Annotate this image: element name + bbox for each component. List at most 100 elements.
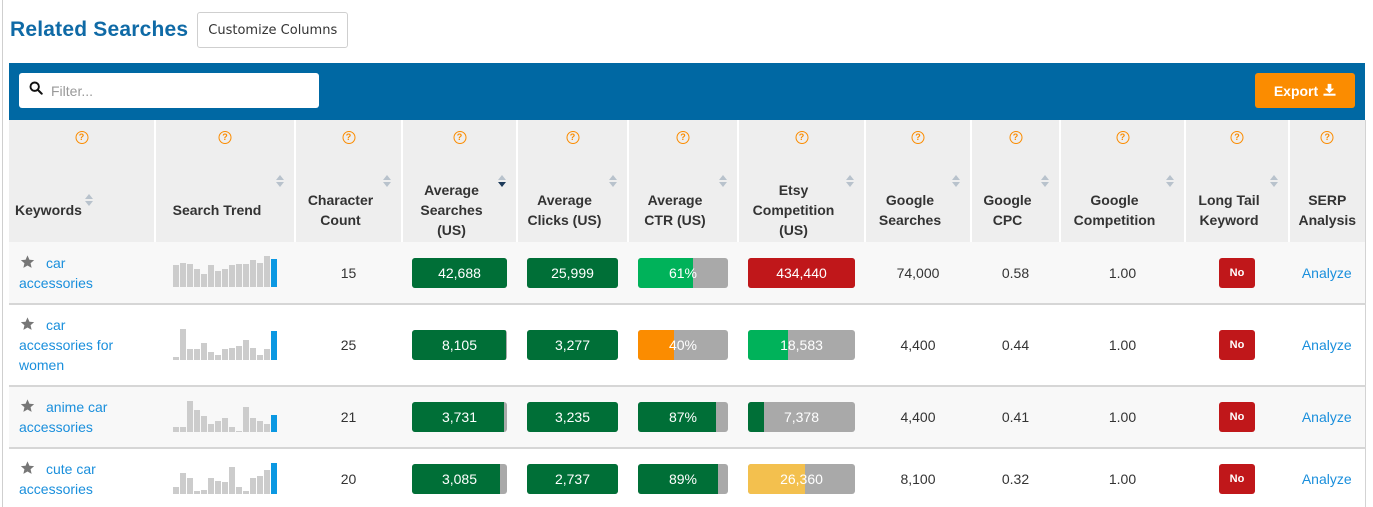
trend-bar [180,472,186,494]
column-header-long-tail[interactable]: ? Long Tail Keyword [1185,120,1290,242]
header-row: ? Keywords? Search Trend? Character Count? A… [9,120,1366,242]
sort-icon[interactable] [952,175,960,187]
serp-cell: Analyze [1289,242,1366,305]
trend-bar [271,259,277,287]
trend-bar [243,490,249,494]
column-header-chars[interactable]: ? Character Count [295,120,403,242]
star-icon[interactable] [19,460,36,476]
sort-icon[interactable] [85,194,93,206]
sort-icon[interactable] [1166,175,1174,187]
character-count: 25 [295,304,402,387]
filter-box[interactable] [19,73,319,108]
help-icon[interactable]: ? [75,131,88,144]
help-icon[interactable]: ? [795,131,808,144]
sort-icon[interactable] [1270,175,1278,187]
trend-bar [229,347,235,360]
column-label: Google CPC [983,192,1032,228]
column-label: SERP Analysis [1298,192,1357,228]
etsy-competition-bar-value: 434,440 [776,264,827,281]
trend-bar [208,423,214,432]
column-header-google-comp[interactable]: ? Google Competition [1060,120,1186,242]
trend-bar [257,263,263,287]
sort-icon[interactable] [719,175,727,187]
help-icon[interactable]: ? [1320,131,1334,144]
avg-ctr-cell: 40% [628,304,738,387]
etsy-competition-cell: 7,378 [738,386,865,449]
trend-bar [208,265,214,287]
keyword-cell: car accessories for women [9,304,155,387]
column-header-etsy-comp[interactable]: ? Etsy Competition (US) [738,120,866,242]
trend-bar [236,264,242,287]
analyze-link[interactable]: Analyze [1302,265,1352,281]
trend-bar [222,269,228,287]
trend-bar [215,420,221,432]
column-header-avg-clicks[interactable]: ? Average Clicks (US) [517,120,629,242]
trend-bar [236,486,242,494]
star-icon[interactable] [19,398,36,414]
sort-desc-icon[interactable] [498,175,506,187]
long-tail-badge: No [1219,464,1255,494]
help-icon[interactable]: ? [1230,131,1244,144]
trend-bar [271,414,277,432]
star-icon[interactable] [19,254,36,270]
trend-bar [257,354,263,360]
sort-icon[interactable] [276,175,284,187]
column-header-keyword[interactable]: ? Keywords [9,120,156,242]
column-header-avg-searches[interactable]: ? Average Searches (US) [402,120,518,242]
avg-searches-bar-value: 3,731 [441,409,478,425]
help-icon[interactable]: ? [676,131,690,144]
avg-searches-cell: 3,731 [402,386,517,449]
avg-ctr-bar: 40% [638,330,728,360]
keyword-cell: anime car accessories [9,386,155,449]
table-row: anime car accessories 21 3,731 3,235 87% 7,37… [9,386,1366,449]
trend-bar [271,330,277,360]
sort-icon[interactable] [609,175,617,187]
google-searches: 8,100 [865,448,971,507]
avg-ctr-bar-value: 61% [668,264,698,281]
filter-input[interactable] [51,82,301,99]
column-label: Average Searches (US) [420,182,483,238]
trend-bar [194,348,200,360]
sort-icon[interactable] [846,175,854,187]
column-header-google-searches[interactable]: ? Google Searches [865,120,972,242]
serp-cell: Analyze [1289,304,1366,387]
trend-bar [250,477,256,494]
google-competition: 1.00 [1060,242,1185,305]
trend-bar [264,348,270,360]
analyze-link[interactable]: Analyze [1302,409,1352,425]
trend-bar [187,264,193,287]
customize-columns-button[interactable]: Customize Columns [197,12,349,48]
column-header-google-cpc[interactable]: ? Google CPC [971,120,1061,242]
help-icon[interactable]: ? [566,131,579,144]
trend-bar [215,271,221,287]
etsy-competition-bar: 18,583 [748,330,855,360]
help-icon[interactable]: ? [453,131,466,144]
trend-bar [201,489,207,494]
help-icon[interactable]: ? [1009,131,1022,144]
export-button[interactable]: Export [1255,73,1355,108]
column-header-avg-ctr[interactable]: ? Average CTR (US) [628,120,739,242]
sort-icon[interactable] [1041,175,1049,187]
help-icon[interactable]: ? [911,131,925,144]
star-icon[interactable] [19,316,36,332]
etsy-competition-bar: 7,378 [748,402,855,432]
trend-bar [257,420,263,432]
sort-icon[interactable] [383,175,391,187]
avg-searches-bar: 8,105 [412,330,507,360]
column-header-trend[interactable]: ? Search Trend [155,120,296,242]
long-tail-badge: No [1219,330,1255,360]
analyze-link[interactable]: Analyze [1302,337,1352,353]
analyze-link[interactable]: Analyze [1302,471,1352,487]
avg-ctr-cell: 89% [628,448,738,507]
help-icon[interactable]: ? [1116,131,1129,144]
trend-bar [250,347,256,360]
trend-bar [257,475,263,494]
trend-bar [264,423,270,432]
avg-ctr-bar-value: 87% [668,409,698,425]
page-left-border [2,0,3,507]
trend-bar [271,462,277,494]
help-icon[interactable]: ? [342,131,355,144]
trend-bar [250,417,256,432]
trend-bar [194,490,200,494]
help-icon[interactable]: ? [218,131,232,144]
